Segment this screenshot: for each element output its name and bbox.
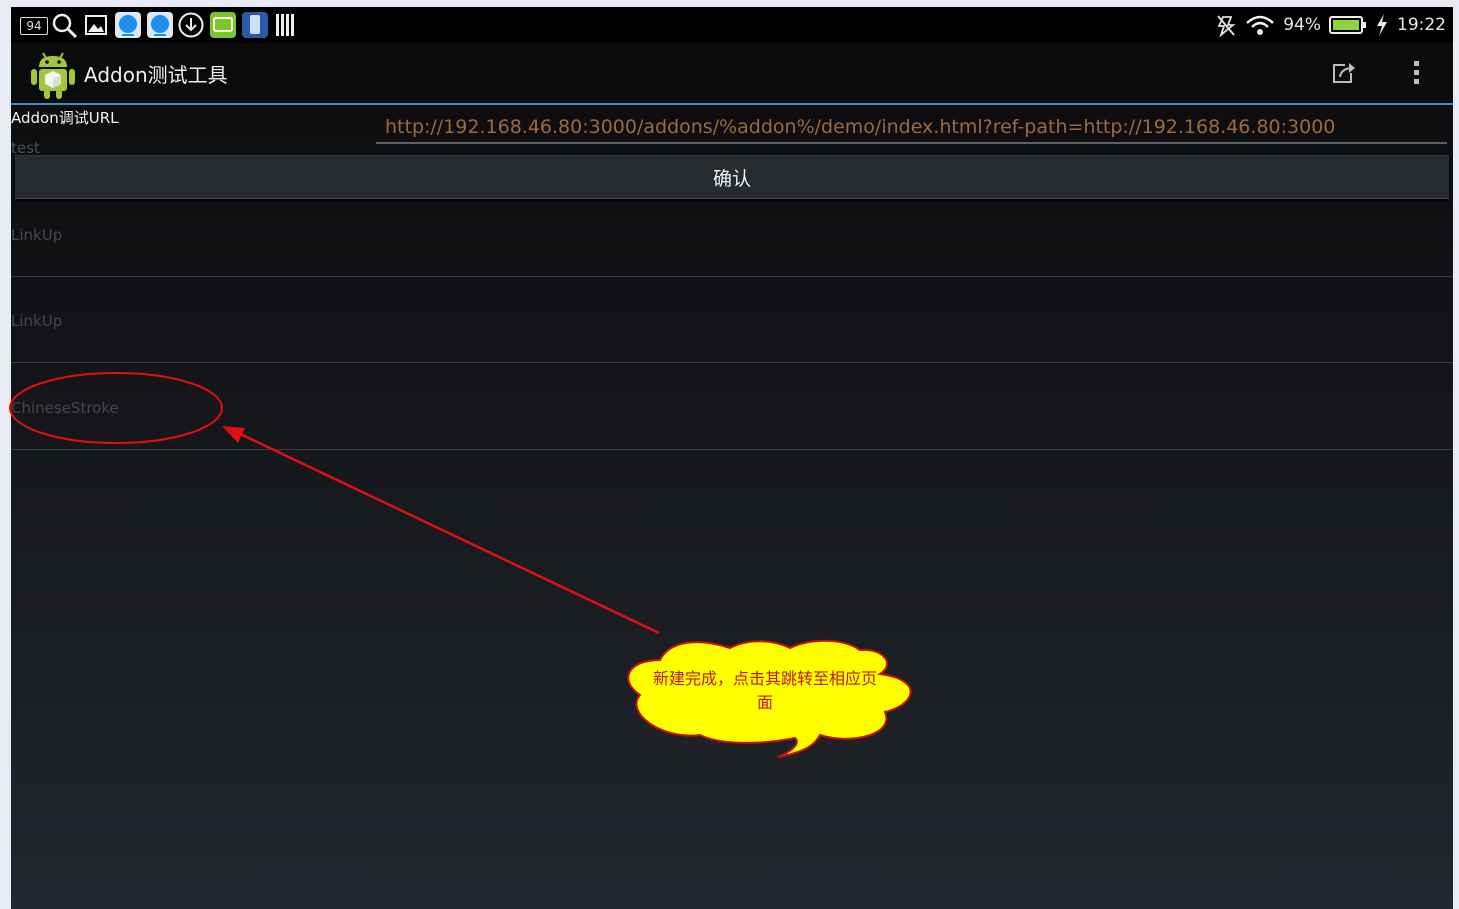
annotation-overlay	[9, 372, 912, 758]
annotation-arrow	[222, 426, 660, 635]
highlight-ellipse	[9, 372, 223, 444]
callout-text: 新建完成，点击其跳转至相应页面	[652, 669, 877, 712]
